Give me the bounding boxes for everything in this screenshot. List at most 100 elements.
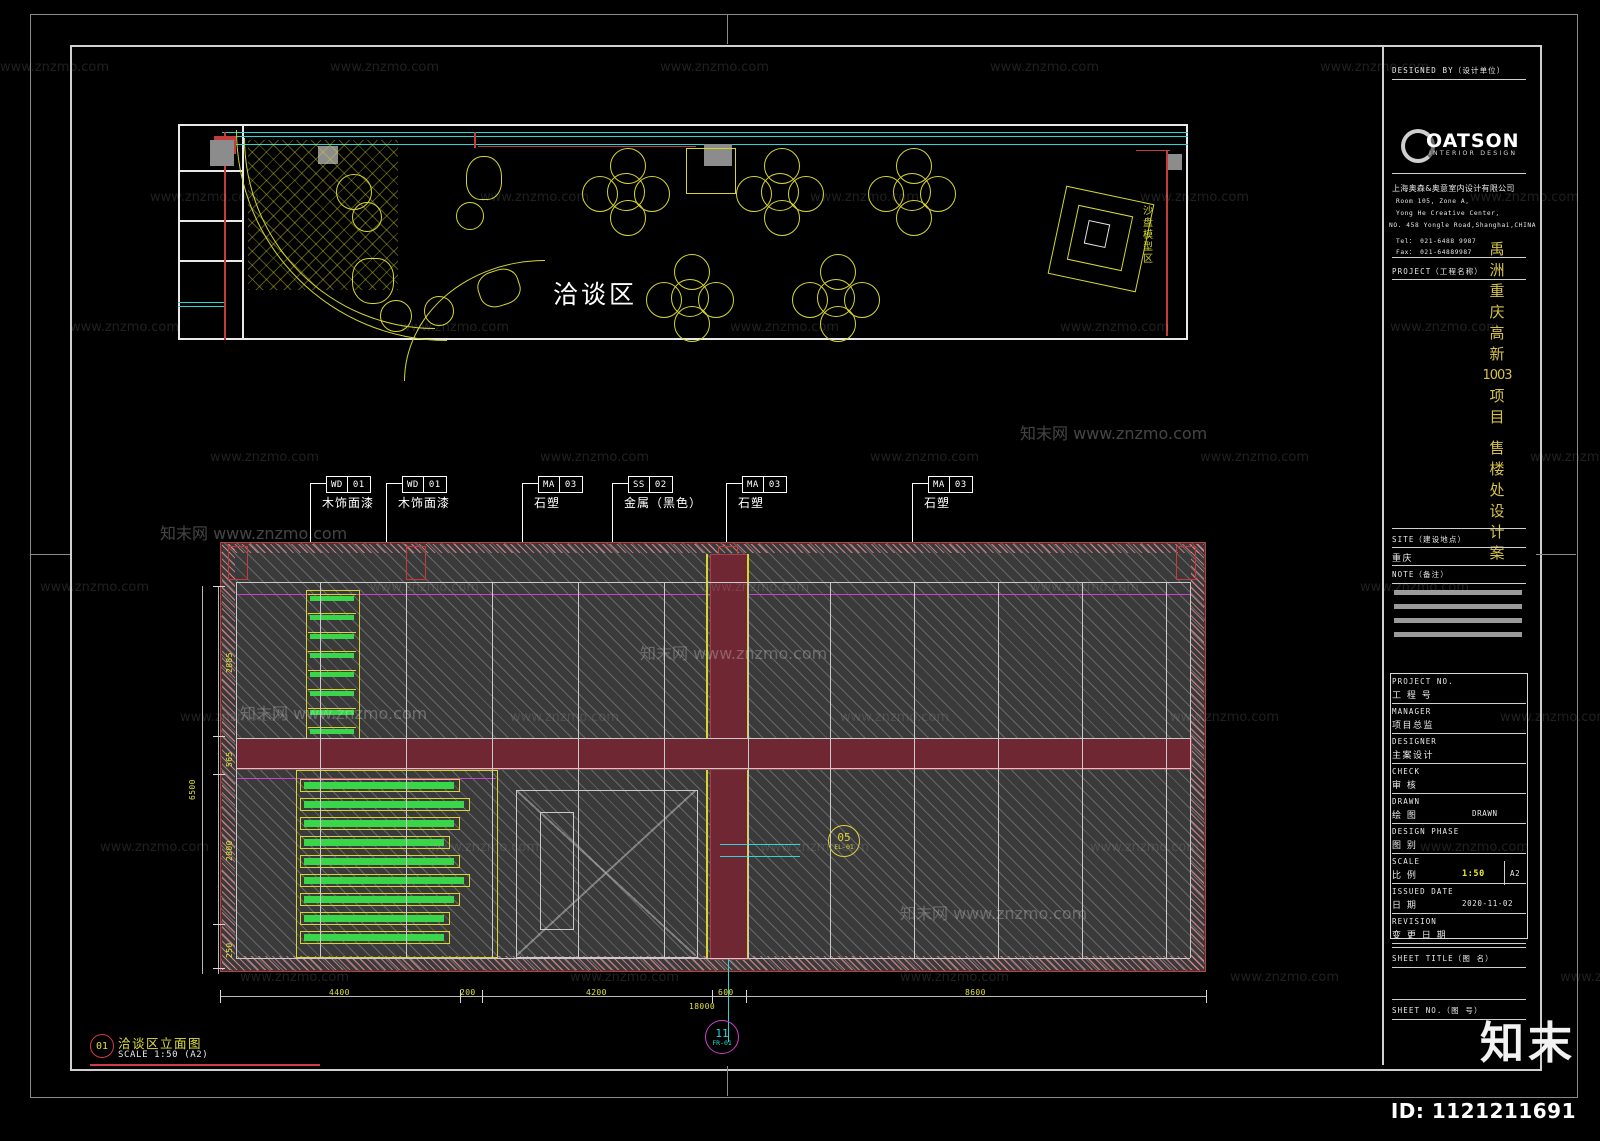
note-bar xyxy=(1394,632,1522,637)
slat-edge xyxy=(308,689,356,690)
plan-entry-box xyxy=(686,148,736,194)
project-name-vertical: 禹洲重庆高新 1003 项目售楼处设计案 xyxy=(1480,239,1514,564)
callout-code: WD xyxy=(403,477,424,492)
field-value: 2020-11-02 xyxy=(1462,899,1514,908)
mid-horizontal-band xyxy=(236,738,1192,770)
dimension-tick-vertical xyxy=(213,924,225,925)
window-mullion-vertical xyxy=(320,582,322,958)
callout-material-name: 木饰面漆 xyxy=(322,496,375,510)
chair-icon xyxy=(788,176,824,212)
field-label: SCALE xyxy=(1392,857,1421,866)
elevation-drawing: WD 01 木饰面漆 WD 01 木饰面漆 MA 03 石塑 SS 02 金属（黑色） MA 03 石塑 MA… xyxy=(188,470,1207,1070)
dimension-line-total xyxy=(202,586,203,974)
wood-slat xyxy=(310,729,354,734)
chair-icon xyxy=(792,282,828,318)
project-name-char: 重 xyxy=(1489,282,1505,300)
dimension-value: 4400 xyxy=(329,988,350,997)
project-name-char: 设 xyxy=(1489,502,1505,520)
callout-material-name: 石塑 xyxy=(924,496,951,510)
project-name-char: 洲 xyxy=(1489,261,1505,279)
field-label-cn: 绘 图 xyxy=(1392,811,1418,821)
plan-negotiation-table xyxy=(646,254,734,342)
field-label-cn: 项目总监 xyxy=(1392,721,1435,731)
shelf-frame xyxy=(300,893,460,906)
crop-mark-bottom xyxy=(727,1066,728,1096)
window-mullion-vertical xyxy=(1190,582,1192,958)
slat-edge xyxy=(308,632,356,633)
tb-divider xyxy=(1392,528,1526,529)
chair-icon xyxy=(698,282,734,318)
field-label: DESIGNER xyxy=(1392,737,1437,746)
bubble-number: 05 xyxy=(837,830,851,844)
callout-code: MA xyxy=(929,477,950,492)
project-name-char: 禹 xyxy=(1489,240,1505,258)
site-value: 重庆 xyxy=(1392,554,1414,564)
chair-icon xyxy=(736,176,772,212)
window-mullion-vertical xyxy=(998,582,1000,958)
detail-bubble-05[interactable]: 05 EL-01 xyxy=(828,825,860,857)
field-label: DESIGN PHASE xyxy=(1392,827,1460,836)
tb-divider xyxy=(1392,565,1526,566)
chair-icon xyxy=(844,282,880,318)
title-block: DESIGNED BY（设计单位） OATSON INTERIOR DESIGN… xyxy=(1382,47,1536,1065)
chair-icon xyxy=(634,176,670,212)
field-label: DRAWN xyxy=(1392,797,1421,806)
field-label-cn: 比 例 xyxy=(1392,871,1418,881)
project-name-char: 楼 xyxy=(1489,460,1505,478)
slat-edge xyxy=(308,670,356,671)
logo-tagline: INTERIOR DESIGN xyxy=(1429,150,1518,157)
wood-slat xyxy=(310,634,354,639)
shelf-frame xyxy=(300,836,450,849)
window-mullion-vertical xyxy=(830,582,832,958)
callout-number: 01 xyxy=(428,479,441,490)
elevation-body xyxy=(220,542,1206,1042)
callout-leader-vertical xyxy=(912,483,913,543)
callout-material-name: 石塑 xyxy=(534,496,561,510)
plan-wall-inner2 xyxy=(178,170,244,172)
plan-wall-left xyxy=(178,124,180,340)
callout-code-box: SS 02 xyxy=(628,476,673,493)
window-mullion-vertical xyxy=(236,582,238,958)
plan-red-line xyxy=(478,146,696,147)
wood-slat xyxy=(310,672,354,677)
dimension-tick xyxy=(220,990,221,1003)
dimension-total-vertical: 6500 xyxy=(188,779,197,800)
field-label-cn: 变 更 日 期 xyxy=(1392,931,1448,941)
callout-code: SS xyxy=(629,477,650,492)
field-divider xyxy=(1392,763,1526,764)
plan-wall-top xyxy=(178,124,1188,126)
dimension-value-vertical: 250 xyxy=(225,942,234,958)
callout-material-name: 木饰面漆 xyxy=(398,496,451,510)
field-label: CHECK xyxy=(1392,767,1421,776)
callout-number: 03 xyxy=(768,479,781,490)
window-mullion-vertical xyxy=(914,582,916,958)
plan-negotiation-table xyxy=(736,148,824,236)
callout-material-name: 石塑 xyxy=(738,496,765,510)
callout-material-name: 金属（黑色） xyxy=(624,496,703,510)
plan-negotiation-table xyxy=(582,148,670,236)
window-mullion-vertical xyxy=(664,582,666,958)
detail-bubble-11[interactable]: 11 FR-01 xyxy=(705,1020,739,1054)
plan-negotiation-table xyxy=(792,254,880,342)
callout-leader xyxy=(912,483,928,484)
corner-detail-box xyxy=(1176,546,1196,580)
plan-lounge-seat xyxy=(352,202,382,232)
plan-lounge-seat xyxy=(466,156,502,200)
plan-lounge-seat xyxy=(352,258,394,304)
field-divider xyxy=(1392,703,1526,704)
callout-code-box: MA 03 xyxy=(742,476,787,493)
site-label: SITE（建设地点） xyxy=(1392,535,1467,544)
plan-red-wall-right xyxy=(1166,150,1168,336)
window-mullion-vertical xyxy=(748,582,750,958)
slab-hatch-top xyxy=(222,544,1204,553)
callout-leader-vertical xyxy=(386,483,387,543)
plan-column xyxy=(210,140,234,166)
tb-divider xyxy=(1392,79,1526,80)
window-mullion-vertical xyxy=(578,582,580,958)
dimension-tick xyxy=(482,990,483,1003)
wood-slat xyxy=(310,596,354,601)
field-label: PROJECT NO. xyxy=(1392,677,1454,686)
wood-slat xyxy=(310,691,354,696)
tb-divider xyxy=(1392,999,1526,1000)
shelf-frame xyxy=(300,874,470,887)
